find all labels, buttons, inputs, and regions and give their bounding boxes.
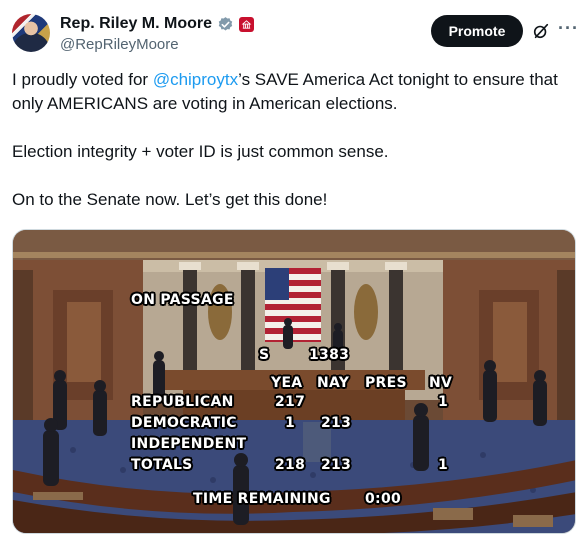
column-nay: NAY	[317, 375, 350, 391]
tweet-text-segment: I proudly voted for	[12, 70, 153, 89]
totals-nv: 1	[438, 457, 449, 473]
bill-number-label: 1383	[309, 347, 350, 363]
column-nv: NV	[429, 375, 453, 391]
republican-nv: 1	[438, 394, 449, 410]
author-name-row: Rep. Riley M. Moore	[60, 14, 255, 34]
mention-link[interactable]: @chiproytx	[153, 70, 238, 89]
author-handle[interactable]: @RepRileyMoore	[60, 36, 179, 53]
tweet-paragraph-1: I proudly voted for @chiproytx’s SAVE Am…	[12, 68, 578, 116]
verified-badge-icon	[218, 16, 233, 31]
row-democratic-label: DEMOCRATIC	[131, 415, 237, 431]
media-image[interactable]: ON PASSAGE S 1383 YEA NAY PRES NV REPUBL…	[12, 229, 576, 534]
more-options-icon[interactable]: ···	[558, 18, 579, 39]
row-republican-label: REPUBLICAN	[131, 394, 234, 410]
bill-type-label: S	[259, 347, 270, 363]
avatar[interactable]	[12, 14, 50, 52]
display-name[interactable]: Rep. Riley M. Moore	[60, 15, 212, 33]
congress-seal-icon	[239, 16, 255, 32]
totals-nay: 213	[321, 457, 352, 473]
democratic-nay: 213	[321, 415, 352, 431]
democratic-yea: 1	[285, 415, 296, 431]
row-totals-label: TOTALS	[131, 457, 193, 473]
time-remaining-label: TIME REMAINING	[193, 491, 331, 507]
totals-yea: 218	[275, 457, 306, 473]
grok-icon[interactable]	[532, 22, 550, 40]
tweet-paragraph-3: On to the Senate now. Let’s get this don…	[12, 190, 328, 209]
on-passage-label: ON PASSAGE	[131, 292, 234, 308]
republican-yea: 217	[275, 394, 306, 410]
column-yea: YEA	[271, 375, 303, 391]
tweet-paragraph-2: Election integrity + voter ID is just co…	[12, 142, 389, 161]
time-remaining-value: 0:00	[365, 491, 402, 507]
column-pres: PRES	[365, 375, 407, 391]
tweet-text: I proudly voted for @chiproytx’s SAVE Am…	[12, 68, 578, 212]
tweet-card: Rep. Riley M. Moore @RepRileyMoore Promo…	[0, 0, 587, 551]
row-independent-label: INDEPENDENT	[131, 436, 247, 452]
promote-button[interactable]: Promote	[431, 15, 523, 47]
